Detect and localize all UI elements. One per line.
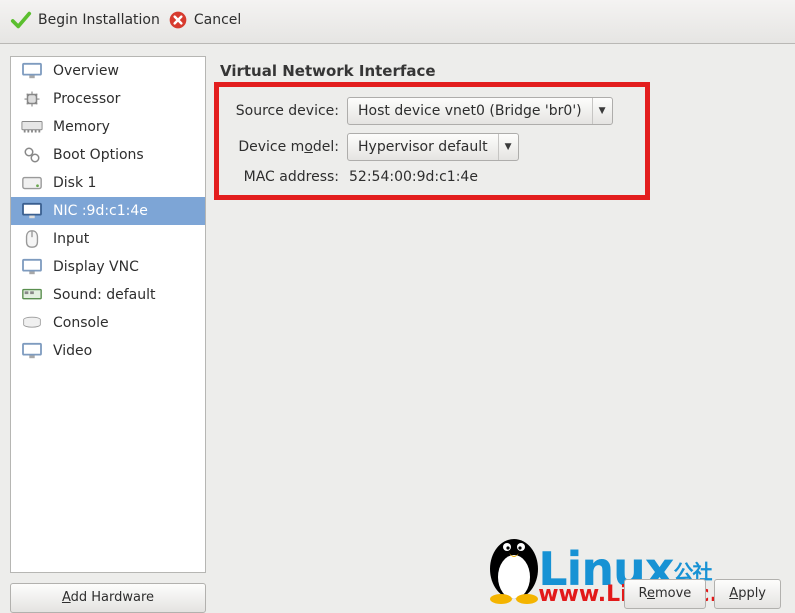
sidebar-item-memory[interactable]: Memory <box>11 113 205 141</box>
source-device-value: Host device vnet0 (Bridge 'br0') <box>348 103 592 119</box>
section-title: Virtual Network Interface <box>214 56 787 82</box>
sidebar-item-label: Boot Options <box>53 146 144 164</box>
sidebar-item-display[interactable]: Display VNC <box>11 253 205 281</box>
row-device-model: Device model: Hypervisor default ▼ <box>229 133 635 161</box>
video-icon <box>21 342 43 360</box>
sidebar-item-processor[interactable]: Processor <box>11 85 205 113</box>
row-mac-address: MAC address: 52:54:00:9d:c1:4e <box>229 169 635 185</box>
footer-buttons: Remove Apply <box>624 579 781 609</box>
source-device-combo[interactable]: Host device vnet0 (Bridge 'br0') ▼ <box>347 97 613 125</box>
sidebar-item-boot[interactable]: Boot Options <box>11 141 205 169</box>
console-icon <box>21 314 43 332</box>
display-icon <box>21 258 43 276</box>
sidebar-item-label: Disk 1 <box>53 174 96 192</box>
row-source-device: Source device: Host device vnet0 (Bridge… <box>229 97 635 125</box>
sidebar-item-label: Video <box>53 342 92 360</box>
sidebar-item-label: NIC :9d:c1:4e <box>53 202 148 220</box>
hardware-sidebar: Overview Processor Memory Boot Options <box>10 56 206 573</box>
sidebar-item-console[interactable]: Console <box>11 309 205 337</box>
sidebar-item-label: Input <box>53 230 89 248</box>
sidebar-item-input[interactable]: Input <box>11 225 205 253</box>
begin-install-label: Begin Installation <box>38 12 160 28</box>
chevron-down-icon: ▼ <box>592 98 612 124</box>
mouse-icon <box>21 230 43 248</box>
sidebar-item-label: Memory <box>53 118 110 136</box>
sidebar-column: Overview Processor Memory Boot Options <box>10 56 206 613</box>
sidebar-item-label: Console <box>53 314 109 332</box>
memory-icon <box>21 118 43 136</box>
label-mac-address: MAC address: <box>229 169 339 185</box>
nic-icon <box>21 202 43 220</box>
device-model-value: Hypervisor default <box>348 139 498 155</box>
top-toolbar: Begin Installation Cancel <box>0 0 795 44</box>
add-hardware-button[interactable]: AAdd Hardwaredd Hardware <box>10 583 206 613</box>
sidebar-item-label: Display VNC <box>53 258 139 276</box>
cancel-button[interactable]: Cancel <box>168 10 241 30</box>
content-area: Overview Processor Memory Boot Options <box>0 44 795 613</box>
device-model-combo[interactable]: Hypervisor default ▼ <box>347 133 519 161</box>
check-icon <box>10 9 32 31</box>
sidebar-item-overview[interactable]: Overview <box>11 57 205 85</box>
chevron-down-icon: ▼ <box>498 134 518 160</box>
remove-button[interactable]: Remove <box>624 579 707 609</box>
apply-button[interactable]: Apply <box>714 579 781 609</box>
sidebar-item-video[interactable]: Video <box>11 337 205 365</box>
monitor-icon <box>21 62 43 80</box>
highlight-box: Source device: Host device vnet0 (Bridge… <box>214 82 650 200</box>
label-source-device: Source device: <box>229 103 339 119</box>
sidebar-item-disk1[interactable]: Disk 1 <box>11 169 205 197</box>
sidebar-item-nic[interactable]: NIC :9d:c1:4e <box>11 197 205 225</box>
begin-install-button[interactable]: Begin Installation <box>10 9 160 31</box>
sidebar-item-label: Overview <box>53 62 119 80</box>
tux-icon <box>479 521 549 609</box>
disk-icon <box>21 174 43 192</box>
mac-address-value: 52:54:00:9d:c1:4e <box>347 169 478 185</box>
sidebar-item-label: Sound: default <box>53 286 156 304</box>
cancel-label: Cancel <box>194 12 241 28</box>
details-panel: Virtual Network Interface Source device:… <box>214 56 787 613</box>
sound-icon <box>21 286 43 304</box>
cancel-icon <box>168 10 188 30</box>
label-device-model: Device model: <box>229 139 339 155</box>
sidebar-item-label: Processor <box>53 90 120 108</box>
cpu-icon <box>21 90 43 108</box>
sidebar-item-sound[interactable]: Sound: default <box>11 281 205 309</box>
boot-options-icon <box>21 146 43 164</box>
